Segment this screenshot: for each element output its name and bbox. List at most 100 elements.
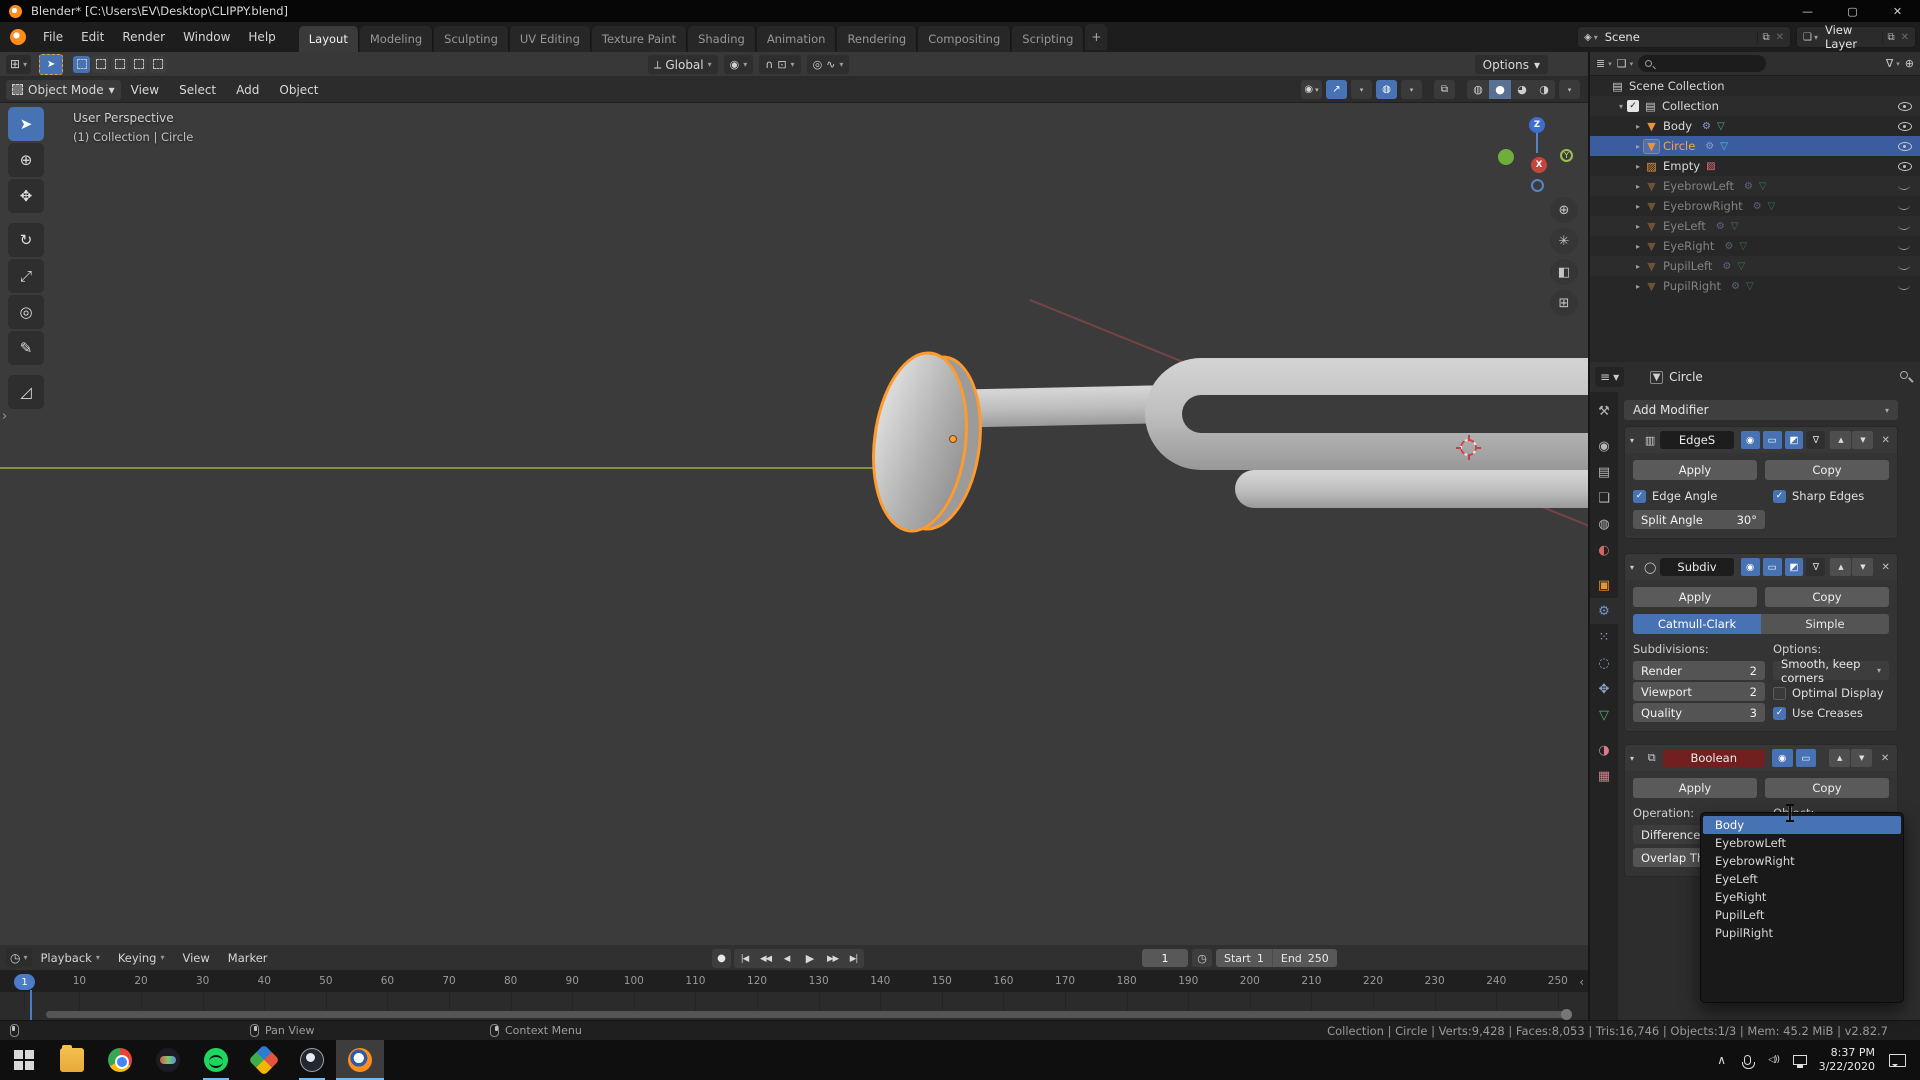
cage-visibility-toggle[interactable]: ∇: [1806, 558, 1825, 576]
new-view-layer-icon[interactable]: ⧉: [1882, 32, 1898, 43]
paperclip-lower-tube[interactable]: [1235, 470, 1588, 508]
mode-dropdown[interactable]: Object Mode ▾: [6, 80, 121, 100]
gizmo-toggle[interactable]: ↗: [1326, 80, 1347, 99]
dropdown-item[interactable]: PupilRight: [1703, 924, 1901, 942]
scene-tab-icon[interactable]: ◍: [1590, 511, 1618, 537]
move-modifier-down-button[interactable]: ▼: [1851, 749, 1872, 767]
render-subdivisions-field[interactable]: Render 2: [1633, 661, 1765, 680]
pivot-point-dropdown[interactable]: ◉ ▾: [724, 55, 754, 74]
davinci-resolve-app[interactable]: [144, 1040, 192, 1080]
outliner-item-label[interactable]: Circle: [1663, 139, 1695, 153]
wireframe-shading[interactable]: ◍: [1467, 80, 1489, 99]
visibility-eye-icon[interactable]: [1897, 159, 1912, 173]
gizmo-x-positive[interactable]: X: [1531, 157, 1547, 173]
dropdown-item[interactable]: PupilLeft: [1703, 906, 1901, 924]
gizmo-z-negative[interactable]: [1531, 179, 1544, 192]
outliner-row[interactable]: ▸ ▼ EyeLeft ⚙ ▽: [1590, 216, 1920, 236]
render-visibility-toggle[interactable]: ◉: [1741, 558, 1760, 576]
keying-menu[interactable]: Keying▾: [109, 951, 174, 965]
expand-arrow-icon[interactable]: ▸: [1632, 262, 1644, 271]
collapse-arrow-icon[interactable]: ▾: [1630, 436, 1640, 445]
simple-button[interactable]: Simple: [1761, 614, 1889, 634]
properties-editor-type-button[interactable]: ≡ ▾: [1595, 367, 1624, 387]
start-frame-field[interactable]: Start 1: [1216, 949, 1273, 967]
taskbar-clock[interactable]: 8:37 PM 3/22/2020: [1813, 1040, 1885, 1080]
select-mode-new-button[interactable]: [73, 56, 90, 73]
editor-type-button[interactable]: ⊞ ▾: [6, 55, 31, 74]
split-angle-field[interactable]: Split Angle 30°: [1633, 510, 1765, 529]
visibility-eye-icon[interactable]: [1897, 79, 1912, 93]
maximize-button[interactable]: ▢: [1830, 0, 1875, 22]
menu-item[interactable]: Window: [174, 22, 239, 52]
blender-app[interactable]: [336, 1040, 384, 1080]
outliner-item-label[interactable]: EyebrowRight: [1663, 199, 1743, 213]
timeline-ruler[interactable]: 1102030405060708090100110120130140150160…: [0, 971, 1588, 992]
add-modifier-dropdown[interactable]: Add Modifier ▾: [1624, 400, 1898, 420]
optimal-display-checkbox[interactable]: [1773, 687, 1786, 700]
remove-modifier-button[interactable]: ✕: [1879, 435, 1892, 446]
navigation-gizmo[interactable]: Z X Y: [1498, 115, 1578, 195]
add-workspace-button[interactable]: +: [1085, 24, 1107, 50]
remove-modifier-button[interactable]: ✕: [1879, 562, 1892, 573]
timeline-zoom-handle[interactable]: [1561, 1009, 1572, 1020]
camera-view-button[interactable]: ◧: [1550, 259, 1578, 285]
dropdown-item[interactable]: EyebrowRight: [1703, 852, 1901, 870]
unlink-scene-icon[interactable]: ✕: [1774, 32, 1790, 43]
file-explorer-app[interactable]: [48, 1040, 96, 1080]
select-mode-invert-button[interactable]: [130, 56, 147, 73]
action-center-icon[interactable]: [1889, 1054, 1906, 1067]
timeline-editor-type-button[interactable]: ◷ ▾: [6, 948, 32, 967]
apply-button[interactable]: Apply: [1633, 778, 1757, 798]
microphone-icon[interactable]: [1735, 1040, 1761, 1080]
menu-item[interactable]: Edit: [72, 22, 113, 52]
outliner-item-label[interactable]: PupilRight: [1663, 279, 1721, 293]
tray-expand-icon[interactable]: ∧: [1709, 1040, 1735, 1080]
visibility-eye-icon[interactable]: [1897, 179, 1912, 193]
outliner-editor-type-button[interactable]: ≣ ▾: [1596, 57, 1612, 70]
viewport-subdivisions-field[interactable]: Viewport 2: [1633, 682, 1765, 701]
workspace-tab[interactable]: Compositing: [918, 26, 1011, 52]
cursor-tool[interactable]: ⊕: [8, 143, 44, 177]
outliner-item-label[interactable]: Body: [1663, 119, 1692, 133]
constraints-tab-icon[interactable]: ✥: [1590, 676, 1618, 702]
visibility-eye-icon[interactable]: [1897, 119, 1912, 133]
playhead-line[interactable]: [30, 990, 32, 1020]
workspace-tab[interactable]: Animation: [757, 26, 837, 52]
quality-field[interactable]: Quality 3: [1633, 703, 1765, 722]
visibility-eye-icon[interactable]: [1897, 99, 1912, 113]
new-collection-button[interactable]: ⊕: [1905, 57, 1914, 70]
copy-button[interactable]: Copy: [1765, 778, 1889, 798]
remove-view-layer-icon[interactable]: ✕: [1899, 32, 1915, 43]
gizmo-z-positive[interactable]: Z: [1529, 117, 1545, 133]
object-visibility-dropdown[interactable]: ◉ ▾: [1301, 80, 1322, 99]
view-layer-tab-icon[interactable]: ❏: [1590, 485, 1618, 511]
timeline-scrollbar[interactable]: [46, 1011, 1570, 1018]
collapse-arrow-icon[interactable]: ▾: [1630, 563, 1640, 572]
expand-arrow-icon[interactable]: ▸: [1632, 122, 1644, 131]
active-tool-button[interactable]: ➤: [39, 54, 63, 75]
chrome-app[interactable]: [96, 1040, 144, 1080]
collapse-arrow-icon[interactable]: ▾: [1630, 754, 1641, 763]
outliner-item-label[interactable]: EyebrowLeft: [1663, 179, 1734, 193]
visibility-eye-icon[interactable]: [1897, 199, 1912, 213]
realtime-visibility-toggle[interactable]: ▭: [1763, 558, 1782, 576]
ortho-toggle-button[interactable]: ⊞: [1550, 290, 1578, 316]
photos-app[interactable]: [240, 1040, 288, 1080]
move-modifier-down-button[interactable]: ▼: [1852, 431, 1873, 449]
workspace-tab[interactable]: Texture Paint: [592, 26, 687, 52]
dropdown-item[interactable]: Body: [1703, 816, 1901, 834]
uv-smooth-dropdown[interactable]: Smooth, keep corners ▾: [1773, 661, 1889, 680]
record-button[interactable]: ●: [712, 949, 731, 968]
outliner-row[interactable]: ▸ ▼ EyebrowRight ⚙ ▽: [1590, 196, 1920, 216]
texture-tab-icon[interactable]: ▦: [1590, 763, 1618, 789]
gizmo-y-negative[interactable]: [1498, 149, 1514, 165]
object-tab-icon[interactable]: ▣: [1590, 572, 1618, 598]
move-modifier-up-button[interactable]: ▲: [1829, 749, 1850, 767]
outliner-row[interactable]: ▸ ▼ Circle ⚙ ▽: [1590, 136, 1920, 156]
chevron-down-icon[interactable]: ▾: [1594, 33, 1598, 42]
apply-button[interactable]: Apply: [1633, 587, 1757, 607]
outliner-row[interactable]: ▸ ▼ Body ⚙ ▽: [1590, 116, 1920, 136]
modifiers-tab-icon[interactable]: ⚙: [1590, 598, 1618, 624]
scale-tool[interactable]: ⤢: [8, 259, 44, 293]
expand-arrow-icon[interactable]: ▸: [1632, 182, 1644, 191]
